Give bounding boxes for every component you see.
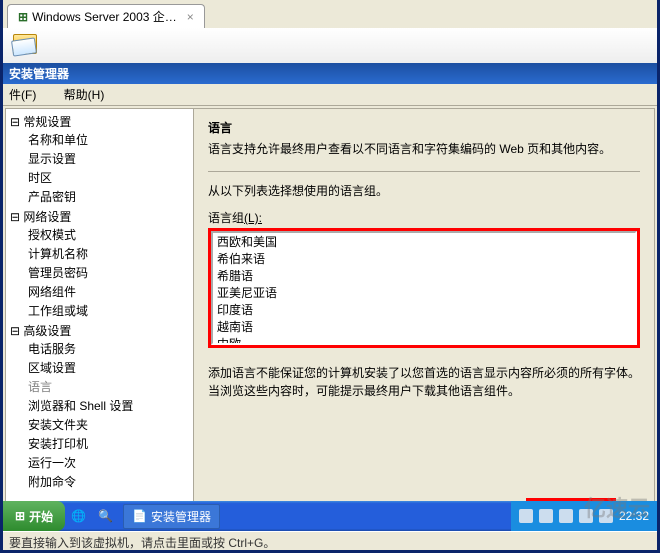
- tree-item-language[interactable]: 语言: [28, 377, 189, 396]
- tree-item[interactable]: 显示设置: [28, 149, 189, 168]
- tree-item[interactable]: 授权模式: [28, 225, 189, 244]
- separator: [208, 171, 640, 172]
- taskbar-app-label: 安装管理器: [151, 508, 211, 525]
- vm-tab-bar: ⊞ Windows Server 2003 企… ×: [3, 0, 657, 28]
- tree-item[interactable]: 时区: [28, 168, 189, 187]
- tab-label: Windows Server 2003 企…: [32, 8, 177, 25]
- clock: 22:32: [619, 509, 649, 523]
- tree-item[interactable]: 计算机名称: [28, 244, 189, 263]
- windows-icon: ⊞: [18, 10, 28, 24]
- content-area: ⊟ 常规设置 名称和单位 显示设置 时区 产品密钥 ⊟ 网络设置 授权模式 计算…: [5, 108, 655, 548]
- ie-icon[interactable]: 🌐: [71, 509, 86, 523]
- tree-item[interactable]: 运行一次: [28, 453, 189, 472]
- tree-item[interactable]: 浏览器和 Shell 设置: [28, 396, 189, 415]
- tree-item[interactable]: 电话服务: [28, 339, 189, 358]
- tree-item[interactable]: 名称和单位: [28, 130, 189, 149]
- tree-item[interactable]: 产品密钥: [28, 187, 189, 206]
- taskbar-app[interactable]: 📄 安装管理器: [123, 504, 220, 529]
- close-icon[interactable]: ×: [187, 10, 194, 24]
- tray-icon[interactable]: [559, 509, 573, 523]
- tree-item[interactable]: 管理员密码: [28, 263, 189, 282]
- list-item[interactable]: 亚美尼亚语: [213, 284, 635, 301]
- taskbar: ⊞ 开始 🌐 🔍 📄 安装管理器 22:32: [3, 501, 657, 531]
- app-icon: 📄: [132, 509, 147, 523]
- tree-item[interactable]: 附加命令: [28, 472, 189, 491]
- tray-icon[interactable]: [519, 509, 533, 523]
- menu-help[interactable]: 帮助(H): [64, 88, 117, 102]
- tray-icon[interactable]: [539, 509, 553, 523]
- instruction-text: 从以下列表选择想使用的语言组。: [208, 182, 640, 199]
- list-item[interactable]: 越南语: [213, 318, 635, 335]
- tree-pane: ⊟ 常规设置 名称和单位 显示设置 时区 产品密钥 ⊟ 网络设置 授权模式 计算…: [6, 109, 194, 547]
- app-title: 安装管理器: [9, 67, 69, 81]
- listbox-highlight: 西欧和美国 希伯来语 希腊语 亚美尼亚语 印度语 越南语 中欧 中文（繁体） 中…: [208, 228, 640, 348]
- tree-item[interactable]: 安装文件夹: [28, 415, 189, 434]
- tree-item[interactable]: 网络组件: [28, 282, 189, 301]
- page-title: 语言: [208, 119, 640, 136]
- explorer-icon[interactable]: 🔍: [98, 509, 113, 523]
- tray-icon[interactable]: [579, 509, 593, 523]
- tray-icon[interactable]: [599, 509, 613, 523]
- list-item[interactable]: 希伯来语: [213, 250, 635, 267]
- list-item[interactable]: 西欧和美国: [213, 233, 635, 250]
- system-tray: 22:32: [511, 501, 657, 531]
- start-label: 开始: [29, 508, 53, 525]
- menu-file[interactable]: 件(F): [9, 88, 48, 102]
- menu-bar: 件(F) 帮助(H): [3, 84, 657, 106]
- folder-icon: [13, 34, 37, 54]
- tree-item[interactable]: 安装打印机: [28, 434, 189, 453]
- status-text: 要直接输入到该虚拟机，请点击里面或按 Ctrl+G。: [9, 536, 275, 550]
- vm-tab[interactable]: ⊞ Windows Server 2003 企… ×: [7, 4, 205, 28]
- folder-strip: [3, 28, 657, 63]
- language-listbox[interactable]: 西欧和美国 希伯来语 希腊语 亚美尼亚语 印度语 越南语 中欧 中文（繁体） 中…: [211, 231, 637, 345]
- note-text: 添加语言不能保证您的计算机安装了以您首选的语言显示内容所必须的所有字体。当浏览这…: [208, 364, 640, 400]
- list-item[interactable]: 中欧: [213, 335, 635, 345]
- tree-item[interactable]: 区域设置: [28, 358, 189, 377]
- tree-group-network[interactable]: ⊟ 网络设置: [10, 208, 189, 225]
- tree-group-general[interactable]: ⊟ 常规设置: [10, 113, 189, 130]
- tree-group-advanced[interactable]: ⊟ 高级设置: [10, 322, 189, 339]
- start-button[interactable]: ⊞ 开始: [3, 501, 65, 531]
- app-titlebar: 安装管理器: [3, 63, 657, 84]
- list-item[interactable]: 希腊语: [213, 267, 635, 284]
- listbox-label: 语言组(L):: [208, 209, 640, 226]
- vm-status-bar: 要直接输入到该虚拟机，请点击里面或按 Ctrl+G。: [3, 531, 657, 550]
- list-item[interactable]: 印度语: [213, 301, 635, 318]
- page-description: 语言支持允许最终用户查看以不同语言和字符集编码的 Web 页和其他内容。: [208, 140, 640, 157]
- tree-item[interactable]: 工作组或域: [28, 301, 189, 320]
- windows-logo-icon: ⊞: [15, 509, 25, 523]
- right-pane: 语言 语言支持允许最终用户查看以不同语言和字符集编码的 Web 页和其他内容。 …: [194, 109, 654, 547]
